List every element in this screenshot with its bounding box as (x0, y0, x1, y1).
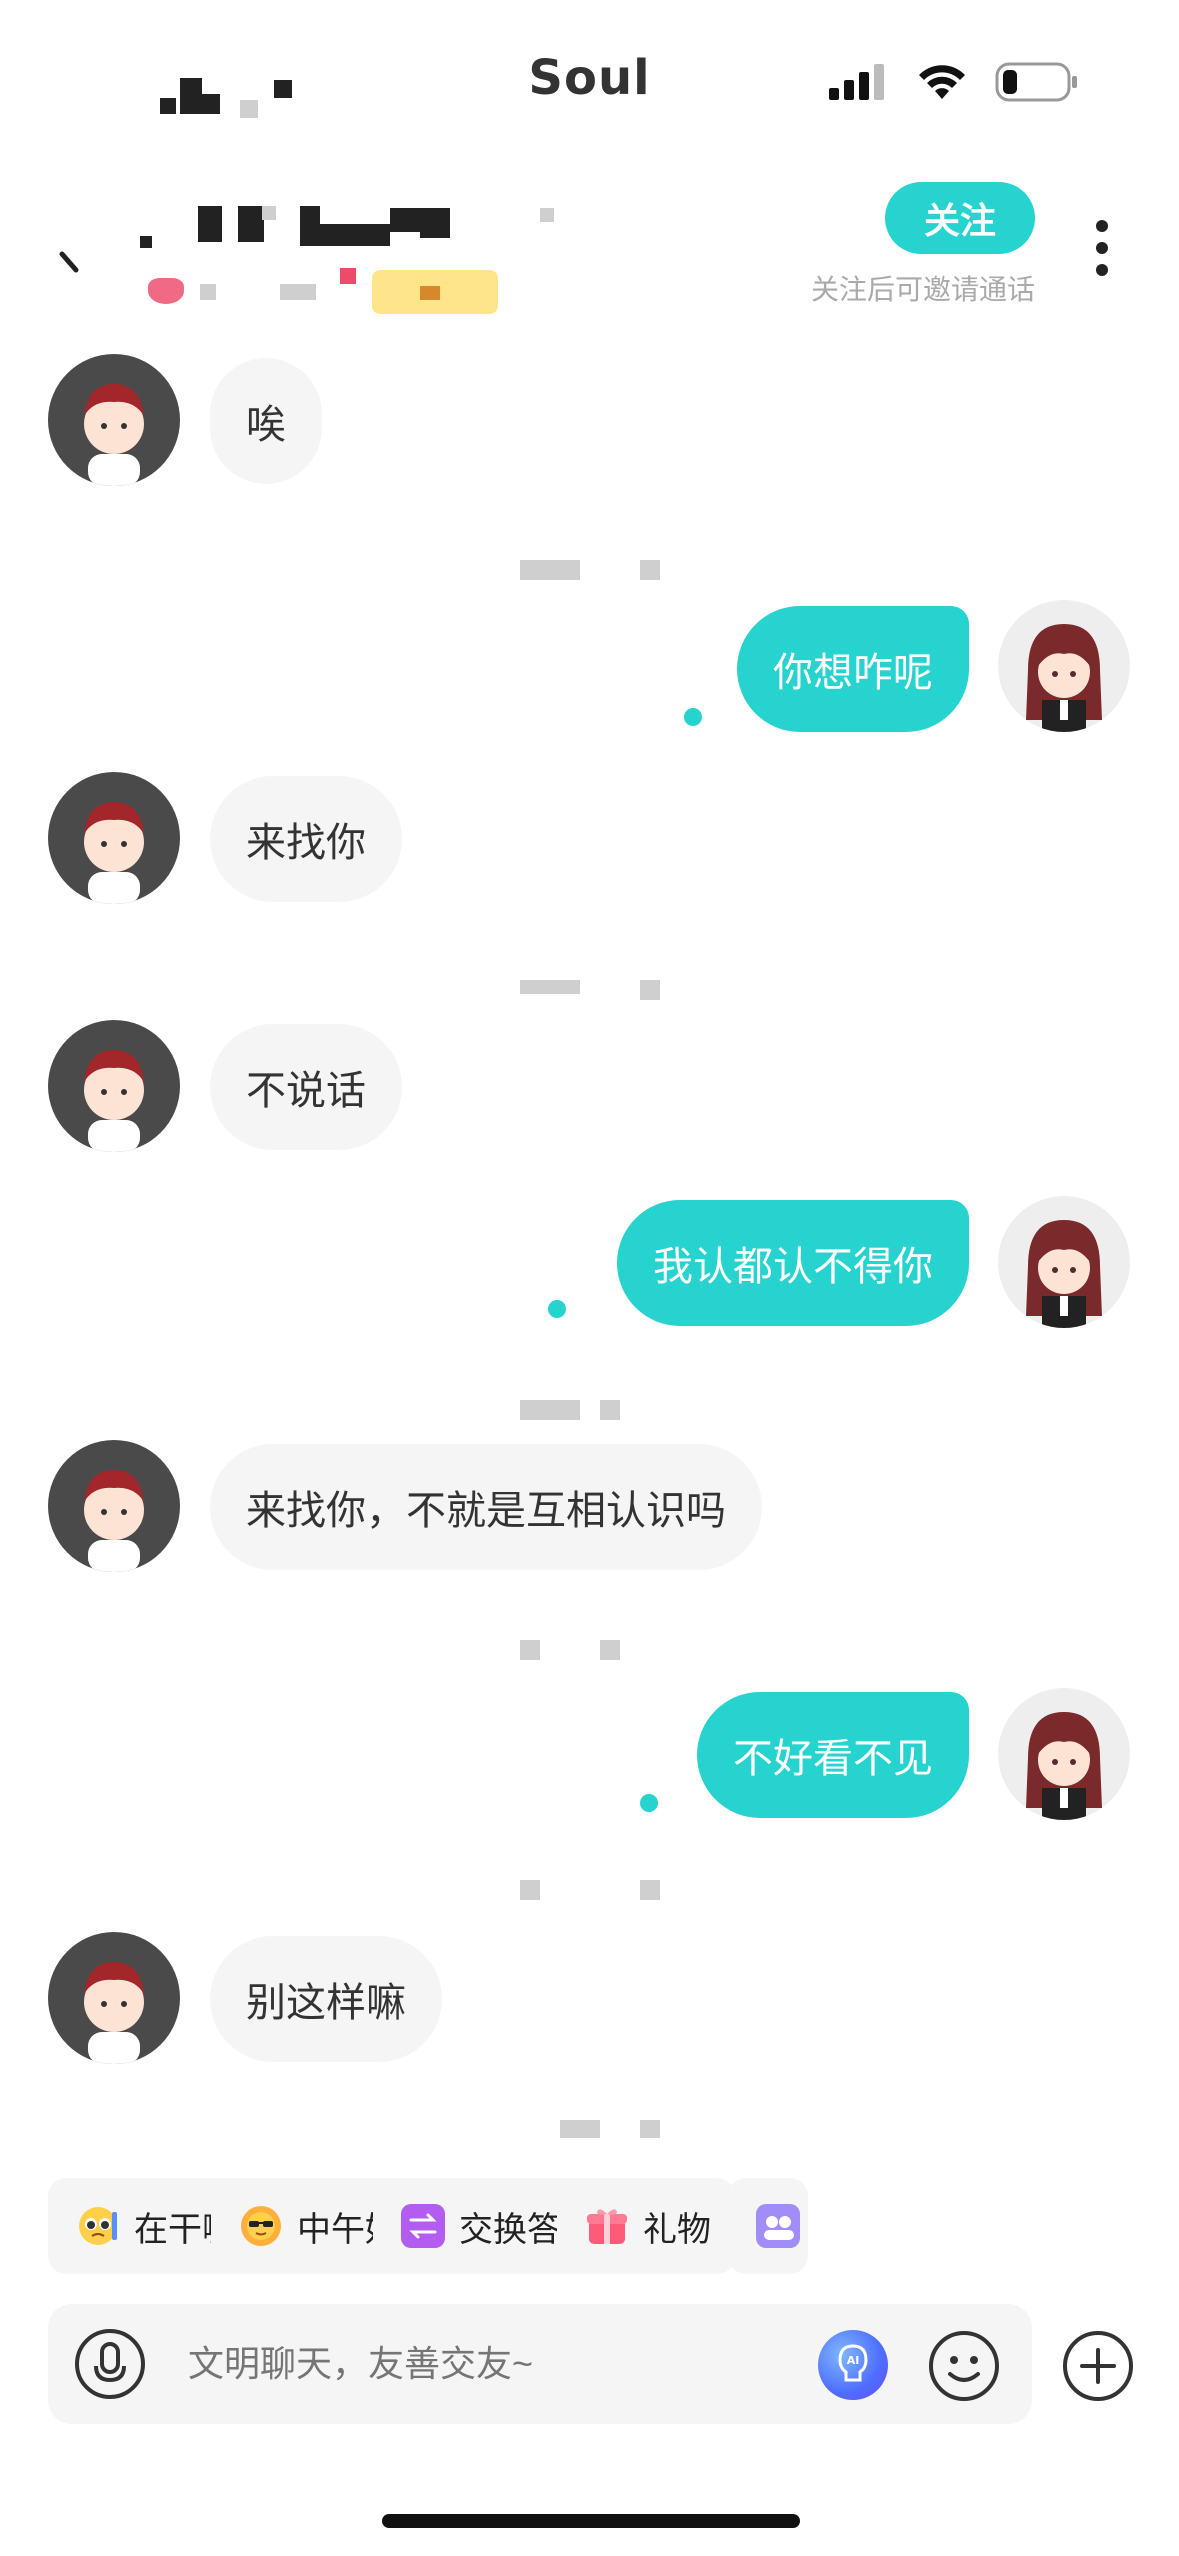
svg-text:AI: AI (847, 2354, 860, 2367)
ai-assistant-icon[interactable]: AI (818, 2330, 888, 2400)
signal-icon (829, 64, 884, 100)
sun-sunglasses-icon (239, 2204, 283, 2248)
back-icon[interactable] (52, 246, 92, 286)
my-avatar[interactable] (998, 1688, 1130, 1820)
contact-avatar[interactable] (48, 1020, 180, 1152)
timestamp-pixelated (0, 1400, 1179, 1424)
my-avatar[interactable] (998, 1196, 1130, 1328)
message-bubble-incoming[interactable]: 来找你，不就是互相认识吗 (210, 1444, 762, 1570)
follow-tip-text: 关注后可邀请通话 (810, 273, 1035, 306)
message-bubble-outgoing[interactable]: 不好看不见 (697, 1692, 969, 1818)
message-row: 不说话 (0, 1020, 1179, 1152)
message-row: 来找你 (0, 772, 1179, 904)
message-list[interactable]: 唉 你想咋呢 来找你 不说话 我认都认不得你 来找你，不就是互相认识吗 不好看不… (0, 330, 1179, 2160)
pleading-face-icon (76, 2204, 120, 2248)
message-bubble-outgoing[interactable]: 我认都认不得你 (617, 1200, 969, 1326)
message-row: 别这样嘛 (0, 1932, 1179, 2064)
follow-button[interactable]: 关注 (885, 182, 1035, 254)
group-icon (756, 2204, 800, 2248)
my-avatar[interactable] (998, 600, 1130, 732)
quick-reply-chips: 在干嘛 中午好 交换答案 礼物 (48, 2178, 1179, 2274)
timestamp-pixelated (0, 1640, 1179, 1664)
timestamp-pixelated (0, 1880, 1179, 1904)
chip-liwu[interactable]: 礼物 (557, 2178, 735, 2274)
message-row: 来找你，不就是互相认识吗 (0, 1440, 1179, 1572)
emoji-icon[interactable] (928, 2330, 1000, 2402)
message-bubble-incoming[interactable]: 来找你 (210, 776, 402, 902)
timestamp-pixelated (0, 2120, 1179, 2144)
message-bubble-incoming[interactable]: 唉 (210, 358, 322, 484)
add-attachment-icon[interactable] (1062, 2330, 1134, 2402)
chat-header: 关注 关注后可邀请通话 (0, 160, 1179, 330)
read-dot (548, 1300, 566, 1318)
more-options-icon[interactable] (1090, 216, 1114, 280)
voice-input-icon[interactable] (74, 2328, 146, 2400)
chat-screen: Soul 关注 关注后可邀请通话 唉 你想咋呢 来找你 不说话 我认都认不得你 … (0, 0, 1179, 2556)
gift-icon (585, 2204, 629, 2248)
contact-avatar[interactable] (48, 772, 180, 904)
home-indicator[interactable] (382, 2514, 800, 2528)
wifi-icon (919, 65, 965, 99)
message-row: 唉 (0, 354, 1179, 486)
message-input[interactable] (188, 2304, 828, 2424)
message-row: 不好看不见 (0, 1688, 1179, 1828)
timestamp-pixelated (0, 980, 1179, 1004)
read-dot (684, 708, 702, 726)
contact-avatar[interactable] (48, 354, 180, 486)
swap-bubble-icon (401, 2204, 445, 2248)
contact-name-pixelated (140, 198, 610, 318)
contact-avatar[interactable] (48, 1440, 180, 1572)
battery-icon (995, 62, 1077, 102)
status-icons (829, 62, 1079, 102)
chip-more[interactable] (728, 2178, 808, 2274)
message-row: 我认都认不得你 (0, 1196, 1179, 1336)
read-dot (640, 1794, 658, 1812)
message-row: 你想咋呢 (0, 600, 1179, 740)
message-bubble-incoming[interactable]: 不说话 (210, 1024, 402, 1150)
chip-label: 礼物 (643, 2209, 711, 2250)
status-bar: Soul (0, 0, 1179, 150)
message-bubble-outgoing[interactable]: 你想咋呢 (737, 606, 969, 732)
timestamp-pixelated (0, 560, 1179, 584)
message-input-bar: AI (48, 2304, 1032, 2424)
message-bubble-incoming[interactable]: 别这样嘛 (210, 1936, 442, 2062)
contact-avatar[interactable] (48, 1932, 180, 2064)
